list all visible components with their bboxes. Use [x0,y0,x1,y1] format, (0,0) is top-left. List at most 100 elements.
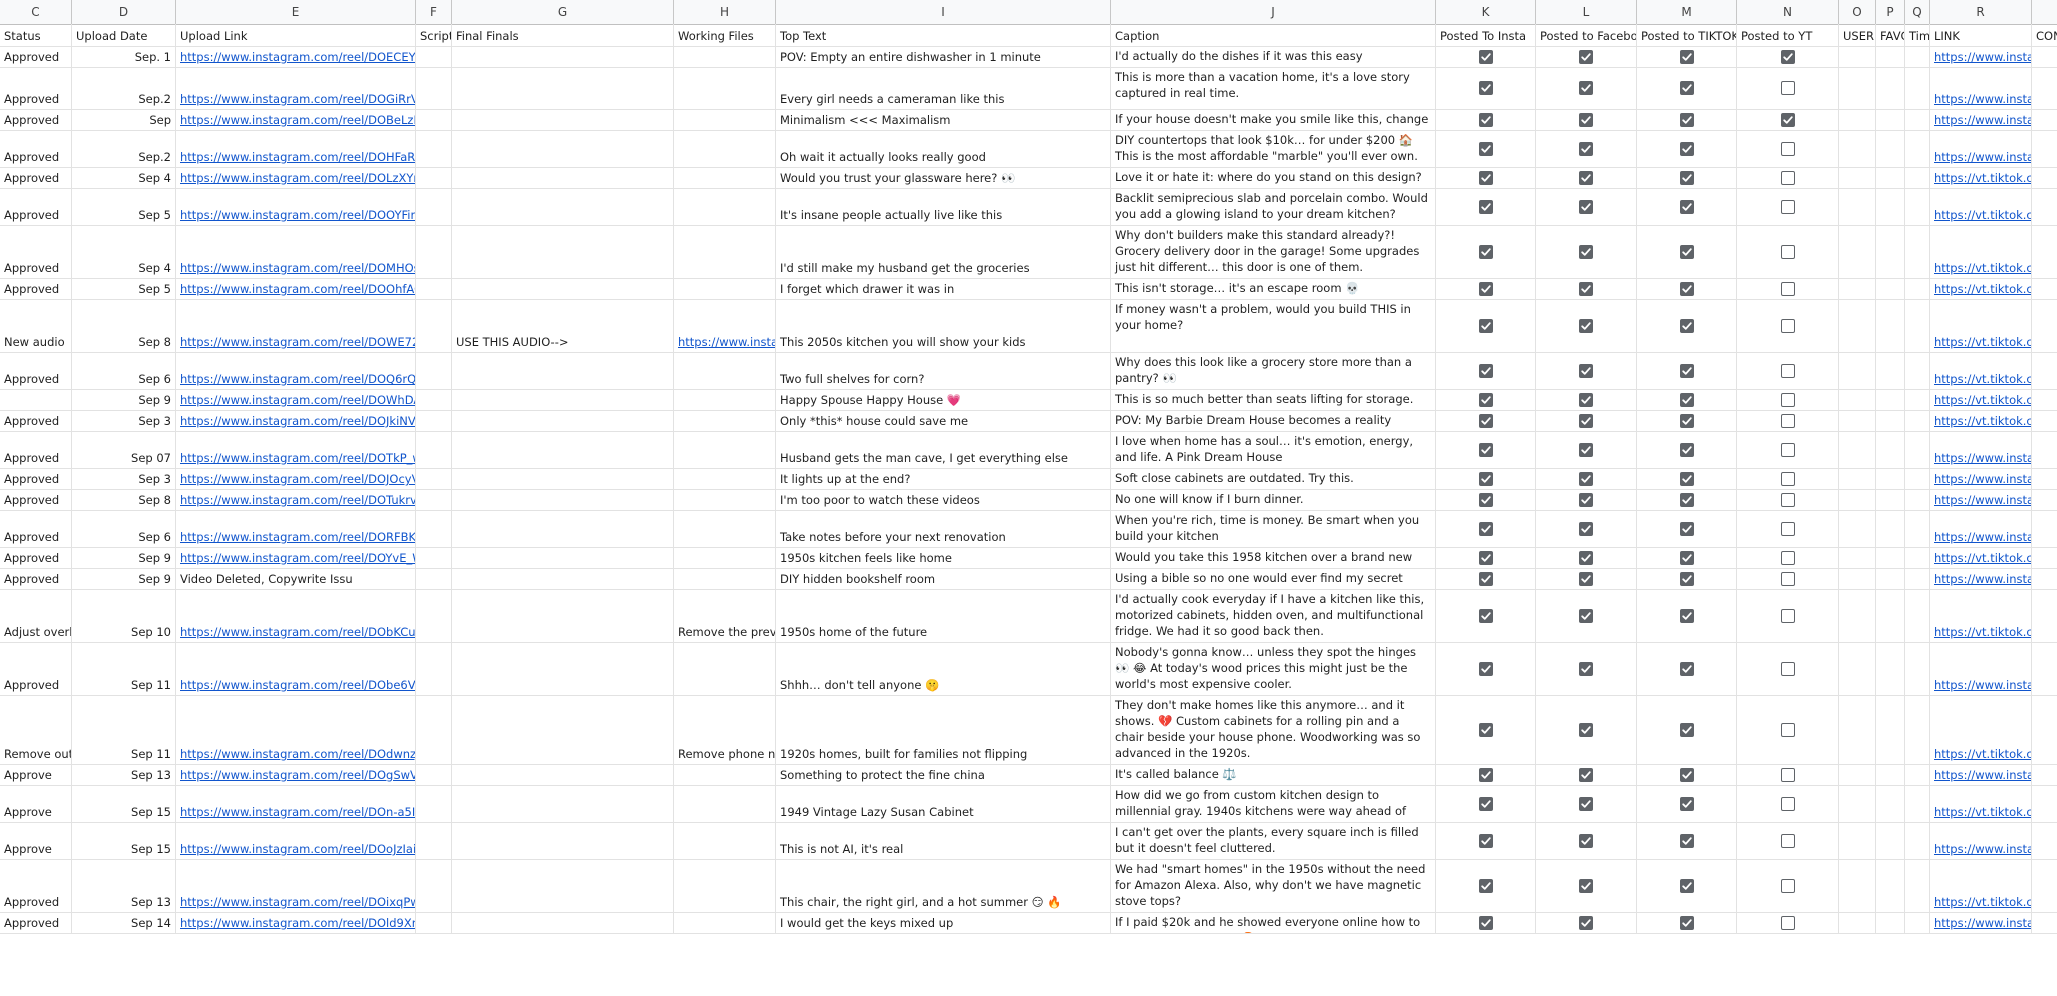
hyperlink[interactable]: https://www.instagram.com/reel/DOOYFiri [180,208,415,223]
cell-upload-link[interactable]: https://www.instagram.com/reel/DOgSwVC [176,764,416,785]
checkbox-checked-icon[interactable] [1579,281,1593,296]
checkbox-checked-icon[interactable] [1679,796,1694,811]
cell-top-text[interactable]: 1950s kitchen feels like home [776,547,1111,568]
checkbox-checked-icon[interactable] [1679,363,1694,378]
checkbox-checked-icon[interactable] [1579,608,1593,623]
checkbox-checked-icon[interactable] [1679,199,1694,214]
cell-favc[interactable] [1876,389,1905,410]
cell-yt[interactable] [1737,822,1839,859]
cell-tim[interactable] [1905,468,1930,489]
cell-upload-link[interactable]: https://www.instagram.com/reel/DOECEYM [176,46,416,67]
cell-link[interactable]: https://vt.tiktok.c [1930,589,2032,642]
cell-final-finals[interactable] [452,188,674,225]
cell-final-finals[interactable] [452,468,674,489]
cell-status[interactable]: Approved [0,510,72,547]
cell-final-finals[interactable] [452,46,674,67]
cell-user[interactable] [1839,589,1876,642]
cell-caption[interactable]: No one will know if I burn dinner. [1111,489,1436,510]
cell-script[interactable] [416,431,452,468]
cell-upload-link[interactable]: https://www.instagram.com/reel/DOJkiNVi [176,410,416,431]
cell-date[interactable]: Sep 3 [72,468,176,489]
cell-yt[interactable] [1737,410,1839,431]
cell-working-files[interactable] [674,167,776,188]
cell-caption[interactable]: I'd actually do the dishes if it was thi… [1111,46,1436,67]
checkbox-checked-icon[interactable] [1579,49,1593,64]
hyperlink[interactable]: https://vt.tiktok.c [1934,335,2031,350]
header-cell-tiktok[interactable]: Posted to TIKTOK [1637,24,1737,46]
cell-yt[interactable] [1737,468,1839,489]
cell-link[interactable]: https://www.insta [1930,431,2032,468]
cell-tim[interactable] [1905,410,1930,431]
hyperlink[interactable]: https://www.insta [1934,530,2031,545]
cell-con[interactable] [2032,764,2057,785]
checkbox-empty-icon[interactable] [1780,392,1795,407]
column-letter-p[interactable]: P [1876,0,1905,24]
column-letter-f[interactable]: F [416,0,452,24]
cell-top-text[interactable]: DIY hidden bookshelf room [776,568,1111,589]
checkbox-empty-icon[interactable] [1780,796,1795,811]
cell-script[interactable] [416,510,452,547]
cell-top-text[interactable]: 1920s homes, built for families not flip… [776,695,1111,764]
cell-yt[interactable] [1737,389,1839,410]
cell-insta[interactable] [1436,352,1536,389]
checkbox-checked-icon[interactable] [1579,571,1593,586]
cell-upload-link[interactable]: https://www.instagram.com/reel/DOixqPw [176,859,416,912]
cell-final-finals[interactable] [452,859,674,912]
cell-con[interactable] [2032,822,2057,859]
checkbox-checked-icon[interactable] [1679,550,1694,565]
cell-date[interactable]: Sep 4 [72,225,176,278]
cell-caption[interactable]: This is more than a vacation home, it's … [1111,67,1436,109]
cell-top-text[interactable]: It's insane people actually live like th… [776,188,1111,225]
column-letter-c[interactable]: C [0,0,72,24]
cell-con[interactable] [2032,299,2057,352]
cell-caption[interactable]: I can't get over the plants, every squar… [1111,822,1436,859]
cell-user[interactable] [1839,278,1876,299]
cell-insta[interactable] [1436,547,1536,568]
hyperlink[interactable]: https://www.instagram.com/reel/DOBeLzF [180,113,415,128]
cell-top-text[interactable]: Husband gets the man cave, I get everyth… [776,431,1111,468]
cell-date[interactable]: Sep 11 [72,642,176,695]
header-cell-con[interactable]: CON [2032,24,2057,46]
checkbox-checked-icon[interactable] [1478,281,1493,296]
cell-date[interactable]: Sep 4 [72,167,176,188]
checkbox-checked-icon[interactable] [1478,363,1493,378]
cell-user[interactable] [1839,431,1876,468]
cell-link[interactable]: https://vt.tiktok.c [1930,167,2032,188]
cell-upload-link[interactable]: Video Deleted, Copywrite Issu [176,568,416,589]
cell-caption[interactable]: I'd actually cook everyday if I have a k… [1111,589,1436,642]
column-letter-l[interactable]: L [1536,0,1637,24]
cell-top-text[interactable]: Shhh… don't tell anyone 🤫 [776,642,1111,695]
checkbox-checked-icon[interactable] [1679,141,1694,156]
cell-status[interactable]: Approved [0,410,72,431]
cell-working-files[interactable] [674,568,776,589]
cell-favc[interactable] [1876,46,1905,67]
cell-tiktok[interactable] [1637,468,1737,489]
header-cell-facebook[interactable]: Posted to Faceboo [1536,24,1637,46]
cell-user[interactable] [1839,410,1876,431]
cell-date[interactable]: Sep 14 [72,912,176,933]
checkbox-checked-icon[interactable] [1478,112,1493,127]
cell-facebook[interactable] [1536,642,1637,695]
cell-link[interactable]: https://www.insta [1930,46,2032,67]
checkbox-checked-icon[interactable] [1478,141,1493,156]
checkbox-checked-icon[interactable] [1780,112,1795,127]
cell-con[interactable] [2032,278,2057,299]
cell-upload-link[interactable]: https://www.instagram.com/reel/DObe6Vb [176,642,416,695]
cell-date[interactable]: Sep 13 [72,859,176,912]
cell-link[interactable]: https://vt.tiktok.c [1930,299,2032,352]
cell-favc[interactable] [1876,278,1905,299]
cell-working-files[interactable] [674,67,776,109]
checkbox-checked-icon[interactable] [1478,81,1493,95]
cell-favc[interactable] [1876,764,1905,785]
cell-date[interactable]: Sep 10 [72,589,176,642]
cell-tim[interactable] [1905,299,1930,352]
cell-insta[interactable] [1436,695,1536,764]
cell-con[interactable] [2032,109,2057,130]
cell-script[interactable] [416,299,452,352]
cell-status[interactable]: Approved [0,278,72,299]
cell-tim[interactable] [1905,547,1930,568]
cell-insta[interactable] [1436,389,1536,410]
cell-user[interactable] [1839,764,1876,785]
checkbox-empty-icon[interactable] [1780,318,1795,333]
checkbox-checked-icon[interactable] [1478,722,1493,737]
